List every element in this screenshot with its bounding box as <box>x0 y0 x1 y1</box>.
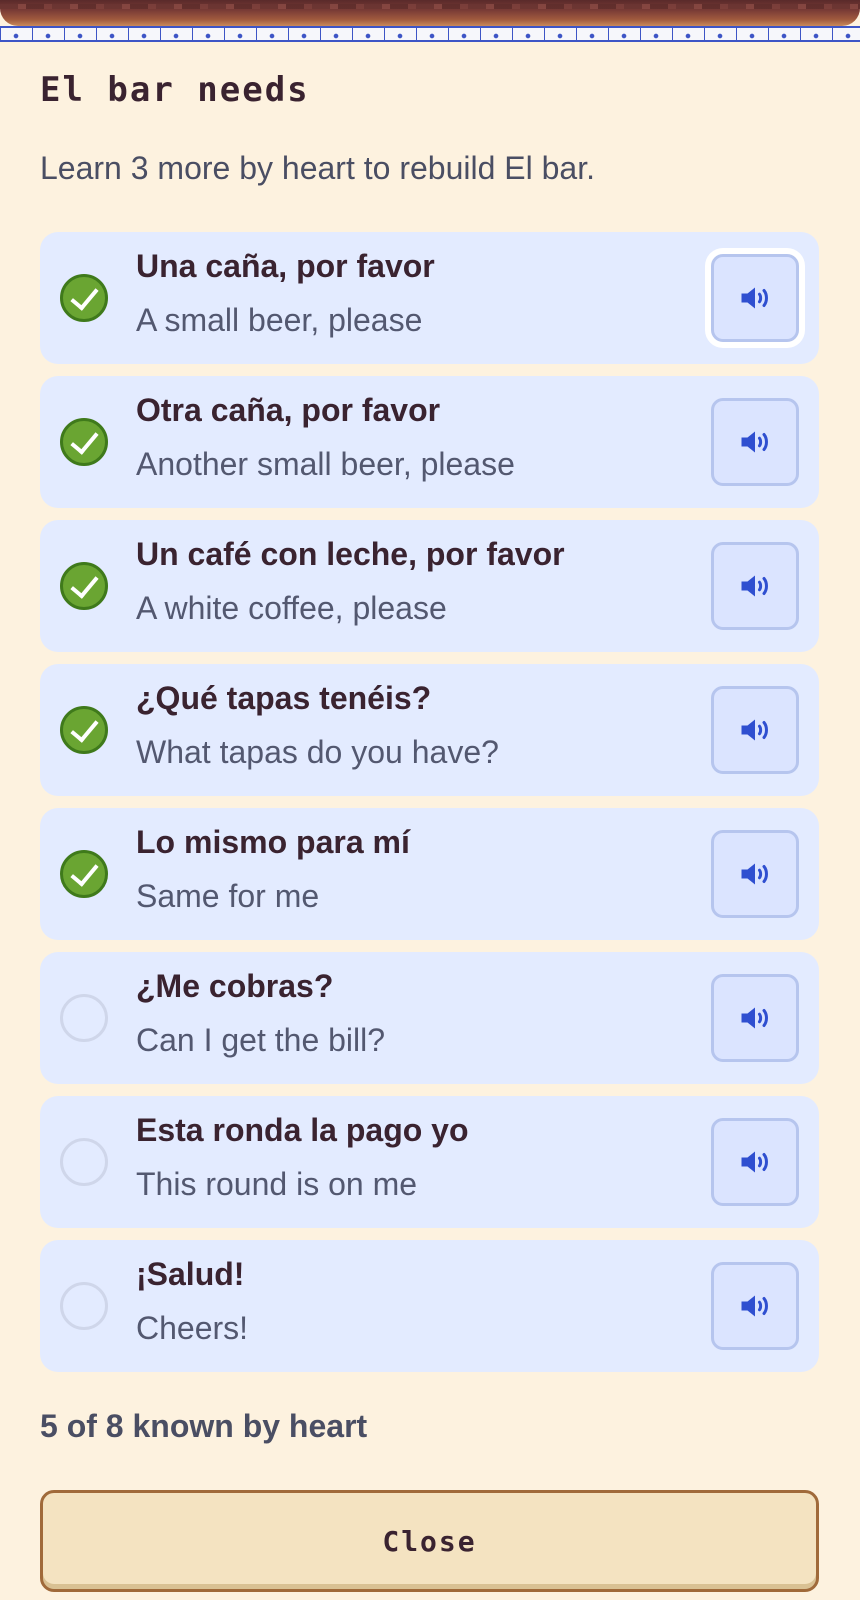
speaker-icon <box>741 1007 768 1029</box>
phrase-row: ¿Qué tapas tenéis? What tapas do you hav… <box>40 664 819 796</box>
empty-circle-icon <box>60 1138 108 1186</box>
phrase-translation: Can I get the bill? <box>136 1022 386 1058</box>
modal-title: El bar needs <box>40 70 310 110</box>
checkmark-circle-icon <box>60 706 108 754</box>
speaker-icon <box>741 575 768 597</box>
play-audio-button[interactable] <box>711 974 799 1062</box>
empty-circle-icon <box>60 1282 108 1330</box>
phrase-row: Un café con leche, por favor A white cof… <box>40 520 819 652</box>
play-audio-button[interactable] <box>711 1262 799 1350</box>
speaker-icon <box>741 1151 768 1173</box>
phrase-text: Lo mismo para mí <box>136 824 410 860</box>
speaker-icon <box>741 863 768 885</box>
speaker-icon <box>741 719 768 741</box>
phrase-translation: What tapas do you have? <box>136 734 499 770</box>
speaker-icon <box>741 287 768 309</box>
phrase-text: Una caña, por favor <box>136 248 435 284</box>
phrase-row: Esta ronda la pago yo This round is on m… <box>40 1096 819 1228</box>
phrase-row: ¿Me cobras? Can I get the bill? <box>40 952 819 1084</box>
play-audio-button[interactable] <box>711 398 799 486</box>
phrase-text: ¿Qué tapas tenéis? <box>136 680 432 716</box>
empty-circle-icon <box>60 994 108 1042</box>
phrase-translation: A small beer, please <box>136 302 423 338</box>
phrase-translation: This round is on me <box>136 1166 418 1202</box>
wood-grain <box>0 4 860 9</box>
phrase-text: ¡Salud! <box>136 1256 245 1292</box>
play-audio-button[interactable] <box>711 686 799 774</box>
close-button[interactable]: Close <box>40 1490 819 1592</box>
speaker-icon <box>741 431 768 453</box>
play-audio-button[interactable] <box>711 254 799 342</box>
phrase-text: Otra caña, por favor <box>136 392 441 428</box>
checkmark-circle-icon <box>60 562 108 610</box>
phrase-row: Lo mismo para mí Same for me <box>40 808 819 940</box>
phrase-list-modal: El bar needs Learn 3 more by heart to re… <box>0 0 860 1600</box>
phrase-row: ¡Salud! Cheers! <box>40 1240 819 1372</box>
progress-counter: 5 of 8 known by heart <box>40 1408 368 1444</box>
phrase-translation: Cheers! <box>136 1310 249 1346</box>
phrase-text: Un café con leche, por favor <box>136 536 565 572</box>
tile-border-decoration <box>0 26 860 42</box>
checkmark-circle-icon <box>60 274 108 322</box>
phrase-translation: A white coffee, please <box>136 590 447 626</box>
phrase-text: ¿Me cobras? <box>136 968 334 1004</box>
phrase-text: Esta ronda la pago yo <box>136 1112 469 1148</box>
wood-header-decoration <box>0 0 860 26</box>
phrase-list: Una caña, por favor A small beer, please… <box>40 232 819 1384</box>
phrase-translation: Another small beer, please <box>136 446 515 482</box>
checkmark-circle-icon <box>60 850 108 898</box>
play-audio-button[interactable] <box>711 830 799 918</box>
speaker-icon <box>741 1295 768 1317</box>
phrase-translation: Same for me <box>136 878 320 914</box>
modal-subtitle: Learn 3 more by heart to rebuild El bar. <box>40 150 595 186</box>
phrase-row: Una caña, por favor A small beer, please <box>40 232 819 364</box>
play-audio-button[interactable] <box>711 542 799 630</box>
play-audio-button[interactable] <box>711 1118 799 1206</box>
checkmark-circle-icon <box>60 418 108 466</box>
phrase-row: Otra caña, por favor Another small beer,… <box>40 376 819 508</box>
